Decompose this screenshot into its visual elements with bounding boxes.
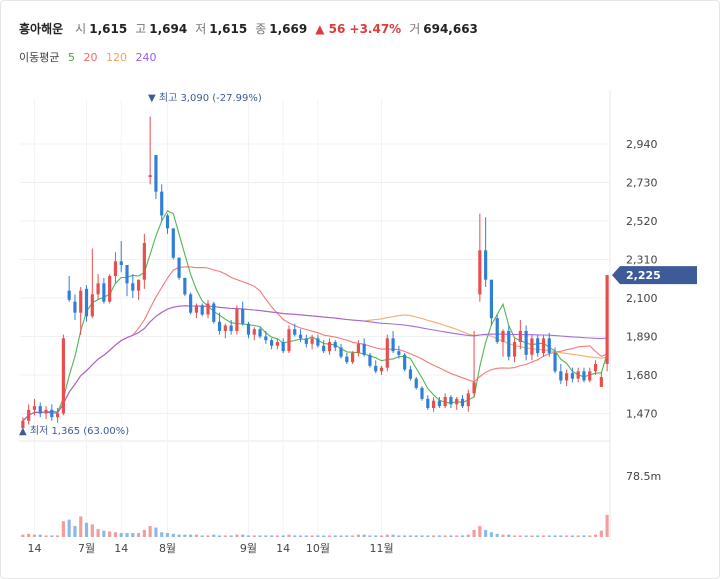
change-value: ▲ 56 +3.47% <box>315 21 402 36</box>
high-value: 1,694 <box>149 21 188 36</box>
open-value: 1,615 <box>89 21 128 36</box>
stock-name: 흥아해운 <box>19 22 64 36</box>
ma-240-label[interactable]: 240 <box>135 51 156 64</box>
low-value: 1,615 <box>209 21 248 36</box>
open-label: 시 <box>75 22 87 36</box>
ma-20-label[interactable]: 20 <box>83 51 97 64</box>
moving-average-legend: 이동평균 5 20 120 240 <box>19 49 161 65</box>
quote-header: 흥아해운 시 1,615 고 1,694 저 1,615 종 1,669 ▲ 56 +3… <box>19 20 486 37</box>
high-label: 고 <box>135 22 147 36</box>
low-label: 저 <box>195 22 207 36</box>
volume-label: 거 <box>409 22 421 36</box>
close-value: 1,669 <box>269 21 308 36</box>
chart-panel <box>0 0 720 579</box>
ma-5-label[interactable]: 5 <box>68 51 75 64</box>
ma-120-label[interactable]: 120 <box>106 51 127 64</box>
close-label: 종 <box>255 22 267 36</box>
ma-label: 이동평균 <box>19 51 60 64</box>
volume-value: 694,663 <box>423 21 478 36</box>
